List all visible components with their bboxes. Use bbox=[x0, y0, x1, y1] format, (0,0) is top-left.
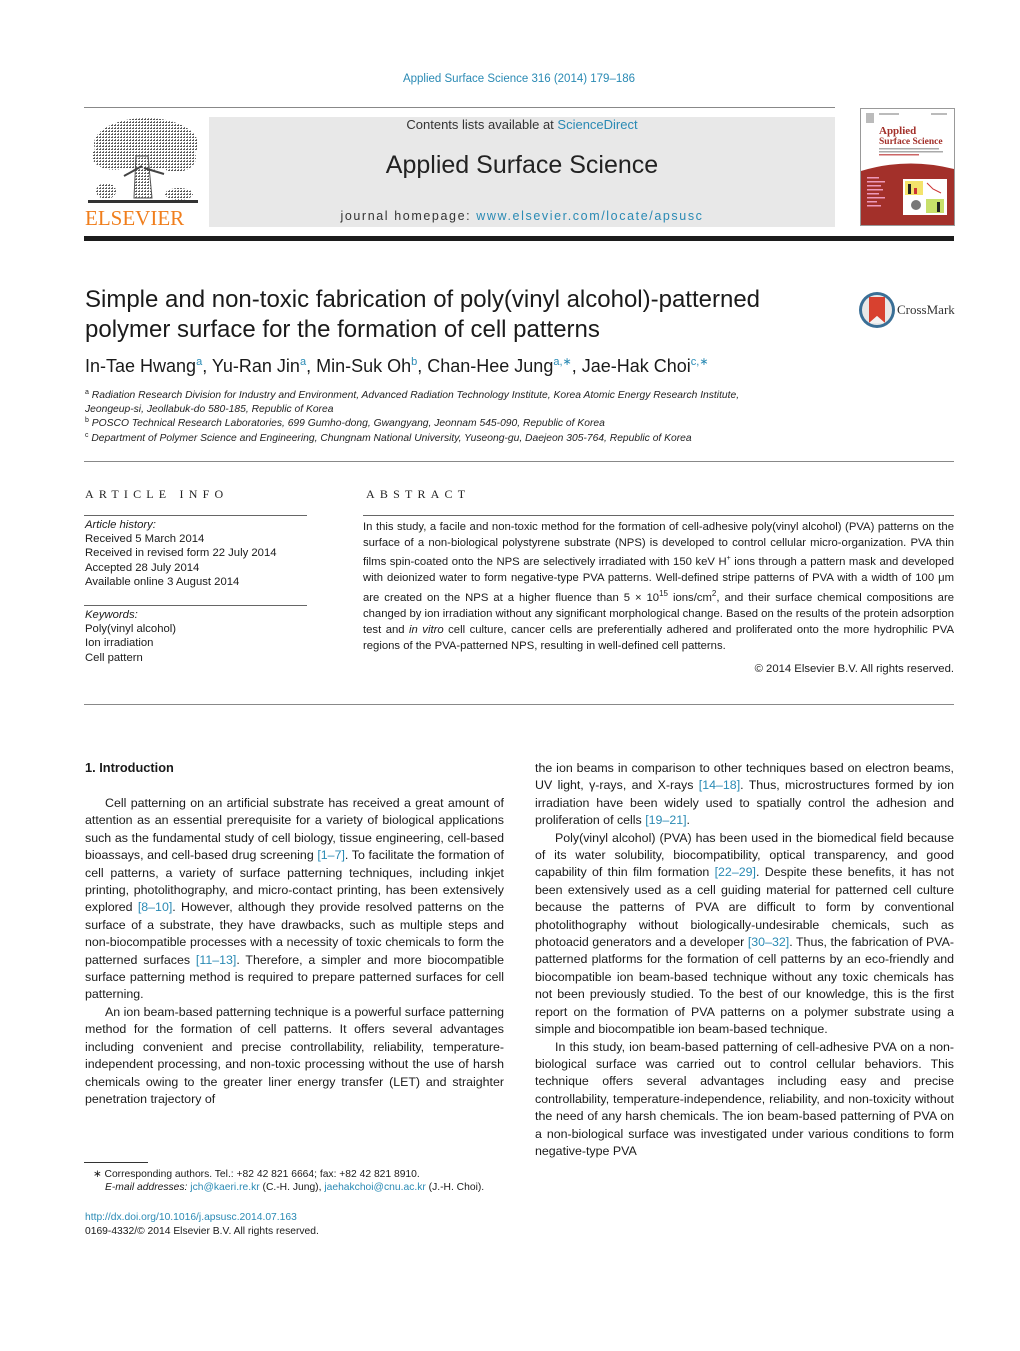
footnote-star: ∗ bbox=[93, 1169, 102, 1180]
issn-copyright: 0169-4332/© 2014 Elsevier B.V. All right… bbox=[85, 1226, 319, 1237]
crossmark-icon bbox=[859, 292, 895, 328]
paragraph: Poly(vinyl alcohol) (PVA) has been used … bbox=[535, 830, 954, 1039]
doi-line: http://dx.doi.org/10.1016/j.apsusc.2014.… bbox=[85, 1212, 297, 1223]
affiliation-a-continued: Jeongeup-si, Jeollabuk-do 580-185, Repub… bbox=[85, 404, 334, 415]
article-history-label: Article history: bbox=[85, 519, 156, 531]
superscript: 15 bbox=[659, 588, 669, 598]
abstract-italic: in vitro bbox=[409, 623, 444, 636]
keywords: Keywords: Poly(vinyl alcohol) Ion irradi… bbox=[85, 608, 176, 665]
elsevier-wordmark: ELSEVIER bbox=[85, 206, 185, 230]
email-link-choi[interactable]: jaehakchoi@cnu.ac.kr bbox=[324, 1182, 425, 1193]
history-item-accepted: Accepted 28 July 2014 bbox=[85, 561, 200, 574]
body-column-right: the ion beams in comparison to other tec… bbox=[535, 760, 954, 1160]
abstract-copyright: © 2014 Elsevier B.V. All rights reserved… bbox=[754, 663, 954, 675]
affiliation-mark: b bbox=[85, 417, 89, 424]
keyword-item: Cell pattern bbox=[85, 651, 143, 664]
email-addresses: E-mail addresses: jch@kaeri.re.kr (C.-H.… bbox=[105, 1182, 484, 1193]
history-item-revised: Received in revised form 22 July 2014 bbox=[85, 547, 277, 560]
paragraph: An ion beam-based patterning technique i… bbox=[85, 1004, 504, 1106]
journal-cover-thumbnail[interactable]: Applied Surface Science bbox=[860, 108, 955, 226]
corresponding-text: Corresponding authors. Tel.: +82 42 821 … bbox=[101, 1169, 420, 1180]
reference-link[interactable]: [14–18] bbox=[699, 778, 740, 792]
author-name[interactable]: Jae-Hak Choi bbox=[582, 356, 691, 376]
email-owner: (J.-H. Choi). bbox=[425, 1182, 485, 1193]
reference-link[interactable]: [11–13] bbox=[196, 953, 236, 967]
journal-name: Applied Surface Science bbox=[385, 151, 659, 179]
corresponding-author-note: ∗ Corresponding authors. Tel.: +82 42 82… bbox=[93, 1168, 420, 1180]
text-segment: . Thus, the fabrication of PVA-patterned… bbox=[535, 935, 954, 1037]
paragraph-continued: the ion beams in comparison to other tec… bbox=[535, 760, 954, 830]
title-block-divider bbox=[84, 461, 954, 462]
footnote-divider bbox=[84, 1162, 148, 1163]
contents-available-line: Contents lists available at ScienceDirec… bbox=[209, 117, 835, 132]
affiliation-text: POSCO Technical Research Laboratories, 6… bbox=[91, 418, 605, 429]
affiliation-c: c Department of Polymer Science and Engi… bbox=[85, 432, 692, 444]
citation-link[interactable]: Applied Surface Science 316 (2014) 179–1… bbox=[403, 73, 635, 85]
history-item-online: Available online 3 August 2014 bbox=[85, 575, 240, 588]
reference-link[interactable]: [8–10] bbox=[138, 900, 172, 914]
contents-prefix: Contents lists available at bbox=[406, 117, 558, 132]
keyword-item: Poly(vinyl alcohol) bbox=[85, 623, 177, 636]
reference-link[interactable]: [22–29] bbox=[715, 865, 756, 879]
affiliation-text: Department of Polymer Science and Engine… bbox=[91, 433, 692, 444]
author-name[interactable]: Chan-Hee Jung bbox=[427, 356, 553, 376]
author-name[interactable]: Min-Suk Oh bbox=[316, 356, 411, 376]
affiliation-b: b POSCO Technical Research Laboratories,… bbox=[85, 417, 605, 429]
article-title-line-2: polymer surface for the formation of cel… bbox=[85, 316, 600, 343]
affiliation-mark: a bbox=[85, 389, 89, 396]
author-affiliation-mark[interactable]: a bbox=[196, 356, 202, 368]
abstract-text: In this study, a facile and non-toxic me… bbox=[363, 519, 954, 654]
reference-link[interactable]: [30–32] bbox=[748, 935, 789, 949]
author-affiliation-mark[interactable]: a bbox=[300, 356, 306, 368]
journal-homepage-line: journal homepage: www.elsevier.com/locat… bbox=[209, 209, 835, 223]
reference-link[interactable]: [1–7] bbox=[317, 848, 345, 862]
article-title-line-1: Simple and non-toxic fabrication of poly… bbox=[85, 286, 761, 313]
author-name[interactable]: In-Tae Hwang bbox=[85, 356, 196, 376]
email-owner: (C.-H. Jung), bbox=[259, 1182, 325, 1193]
email-link-jung[interactable]: jch@kaeri.re.kr bbox=[190, 1182, 259, 1193]
keywords-label: Keywords: bbox=[85, 609, 138, 621]
keywords-divider bbox=[84, 605, 307, 606]
article-info-heading: ARTICLE INFO bbox=[85, 487, 229, 501]
author-name[interactable]: Yu-Ran Jin bbox=[212, 356, 300, 376]
abstract-segment: ions/cm bbox=[668, 591, 712, 604]
doi-link[interactable]: http://dx.doi.org/10.1016/j.apsusc.2014.… bbox=[85, 1212, 297, 1223]
cover-title-line2: Surface Science bbox=[879, 137, 943, 147]
history-item-received: Received 5 March 2014 bbox=[85, 533, 205, 546]
abstract-heading: ABSTRACT bbox=[366, 487, 471, 501]
abstract-bottom-divider bbox=[84, 704, 954, 705]
affiliation-text: Radiation Research Division for Industry… bbox=[91, 390, 740, 401]
article-history: Article history: Received 5 March 2014 R… bbox=[85, 518, 277, 589]
journal-citation[interactable]: Applied Surface Science 316 (2014) 179–1… bbox=[0, 73, 1020, 85]
header-thick-divider bbox=[84, 236, 954, 241]
author-affiliation-mark[interactable]: c,∗ bbox=[691, 356, 709, 368]
author-list: In-Tae Hwanga, Yu-Ran Jina, Min-Suk Ohb,… bbox=[85, 356, 709, 376]
abstract-segment: cell culture, cancer cells are preferent… bbox=[363, 623, 954, 652]
homepage-prefix: journal homepage: bbox=[340, 209, 477, 223]
header-top-divider bbox=[84, 107, 835, 108]
keyword-item: Ion irradiation bbox=[85, 637, 154, 650]
author-affiliation-mark[interactable]: a,∗ bbox=[553, 356, 571, 368]
reference-link[interactable]: [19–21] bbox=[645, 813, 686, 827]
cover-title-line1: Applied bbox=[879, 125, 916, 137]
article-title: Simple and non-toxic fabrication of poly… bbox=[85, 285, 845, 345]
section-heading-introduction: 1. Introduction bbox=[85, 760, 174, 775]
email-label: E-mail addresses: bbox=[105, 1182, 188, 1193]
paragraph: In this study, ion beam-based patterning… bbox=[535, 1039, 954, 1158]
paragraph: Cell patterning on an artificial substra… bbox=[85, 795, 504, 1004]
affiliation-a: a Radiation Research Division for Indust… bbox=[85, 389, 740, 401]
body-column-left: Cell patterning on an artificial substra… bbox=[85, 795, 504, 1108]
text-segment: . bbox=[686, 813, 690, 828]
affiliation-mark: c bbox=[85, 432, 89, 439]
journal-homepage-link[interactable]: www.elsevier.com/locate/apsusc bbox=[476, 209, 703, 223]
sciencedirect-link[interactable]: ScienceDirect bbox=[557, 117, 637, 132]
article-info-divider bbox=[84, 515, 307, 516]
crossmark-label: CrossMark bbox=[897, 302, 955, 317]
author-affiliation-mark[interactable]: b bbox=[411, 356, 417, 368]
abstract-divider bbox=[363, 515, 954, 516]
